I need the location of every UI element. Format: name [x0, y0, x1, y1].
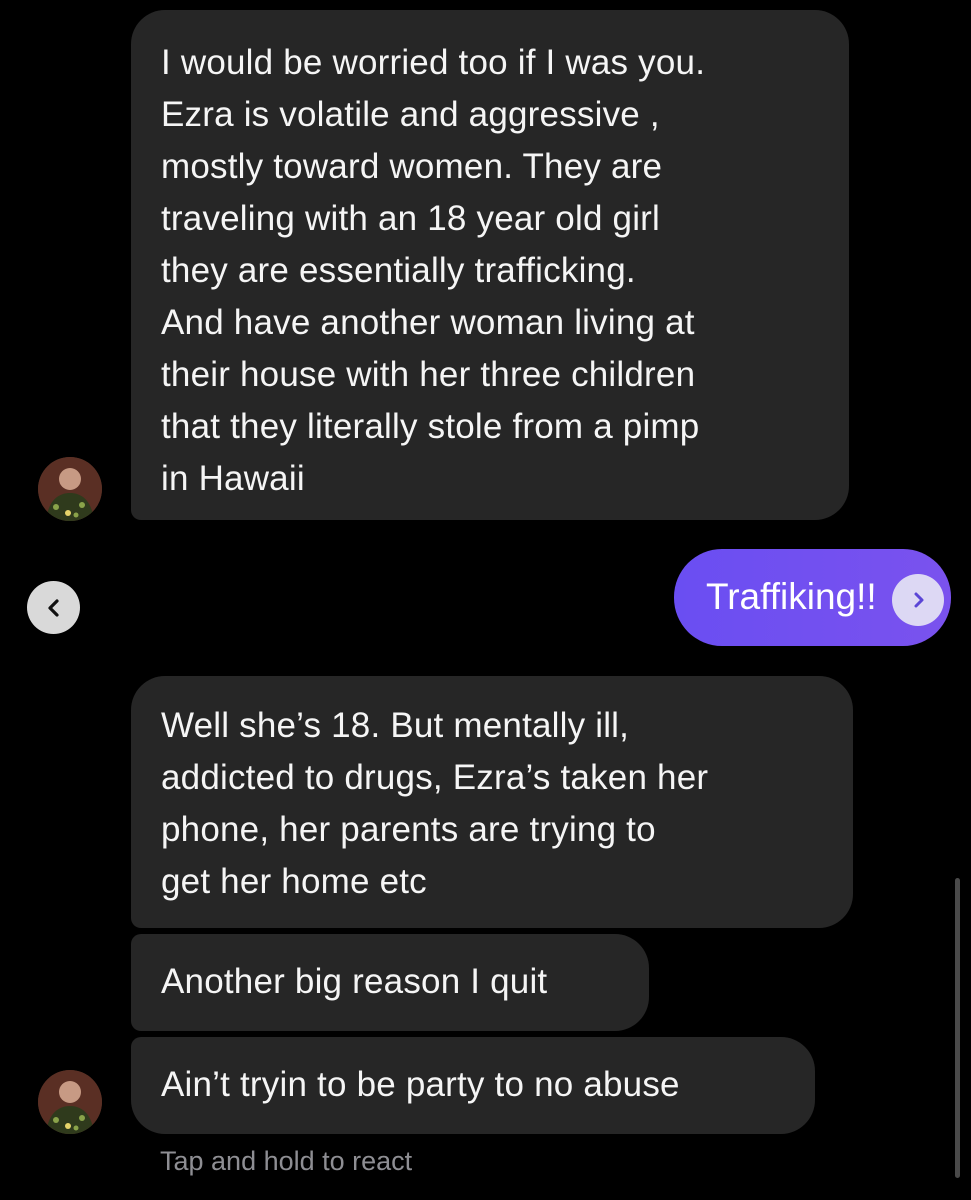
- scrollbar[interactable]: [955, 878, 960, 1178]
- user-avatar-image: [38, 457, 102, 521]
- sender-avatar[interactable]: [38, 457, 102, 521]
- back-button[interactable]: [27, 581, 80, 634]
- chevron-left-icon: [47, 598, 59, 617]
- incoming-message[interactable]: I would be worried too if I was you. Ezr…: [131, 10, 849, 520]
- reply-arrow-icon: [914, 592, 924, 608]
- incoming-message[interactable]: Another big reason I quit: [131, 934, 649, 1031]
- reply-button[interactable]: [892, 574, 944, 626]
- sender-avatar[interactable]: [38, 1070, 102, 1134]
- user-avatar-image: [38, 1070, 102, 1134]
- react-hint: Tap and hold to react: [160, 1146, 413, 1176]
- incoming-message[interactable]: Ain’t tryin to be party to no abuse: [131, 1037, 815, 1134]
- incoming-message[interactable]: Well she’s 18. But mentally ill, addicte…: [131, 676, 853, 928]
